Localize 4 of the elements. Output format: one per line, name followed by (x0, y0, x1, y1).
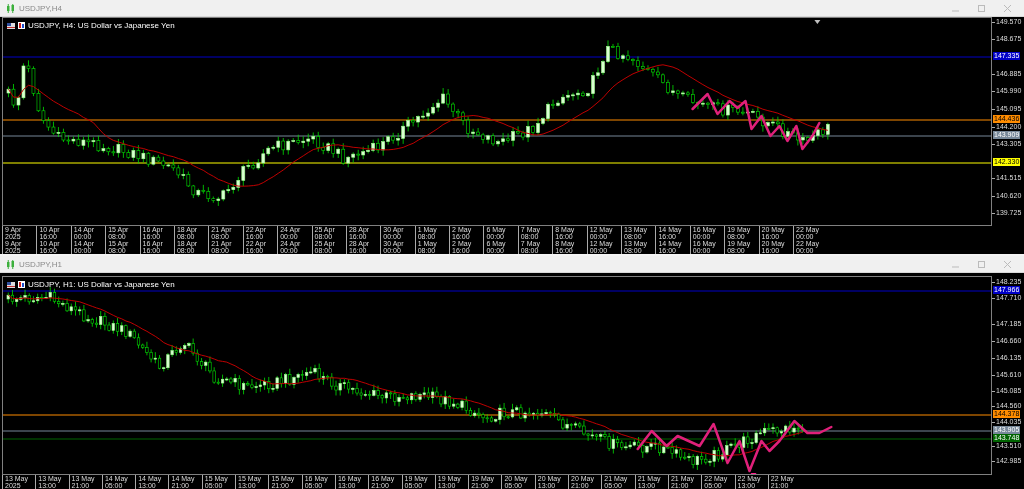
window-title: USDJPY,H4 (19, 3, 63, 13)
window-title: USDJPY,H1 (19, 259, 63, 269)
chart-legend: USDJPY, H1: US Dollar vs Japanese Yen (28, 280, 175, 289)
chart-legend: USDJPY, H4: US Dollar vs Japanese Yen (28, 21, 175, 30)
